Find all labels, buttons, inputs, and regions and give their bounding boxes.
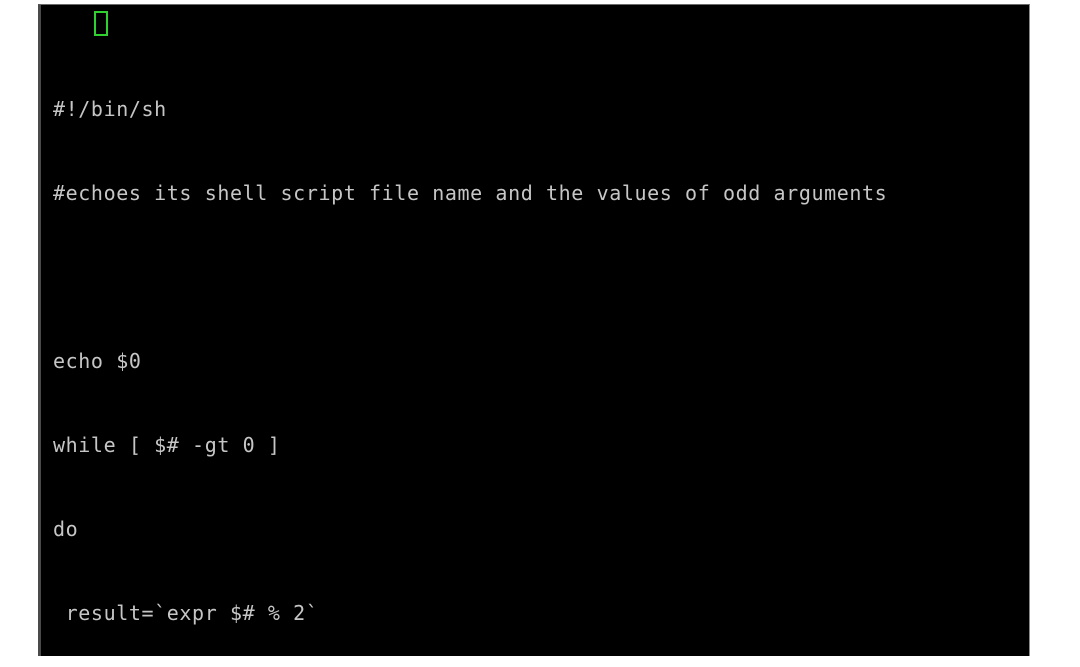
terminal-text-buffer[interactable]: #!/bin/sh #echoes its shell script file … [41, 5, 887, 656]
code-line: do [53, 517, 79, 541]
code-line: #!/bin/sh [53, 97, 167, 121]
code-line: echo $0 [53, 349, 142, 373]
code-line: while [ $# -gt 0 ] [53, 433, 281, 457]
code-line: result=`expr $# % 2` [53, 601, 319, 625]
screenshot-root: #!/bin/sh #echoes its shell script file … [0, 0, 1080, 667]
code-line: #echoes its shell script file name and t… [53, 181, 888, 205]
terminal-window[interactable]: #!/bin/sh #echoes its shell script file … [38, 4, 1030, 656]
